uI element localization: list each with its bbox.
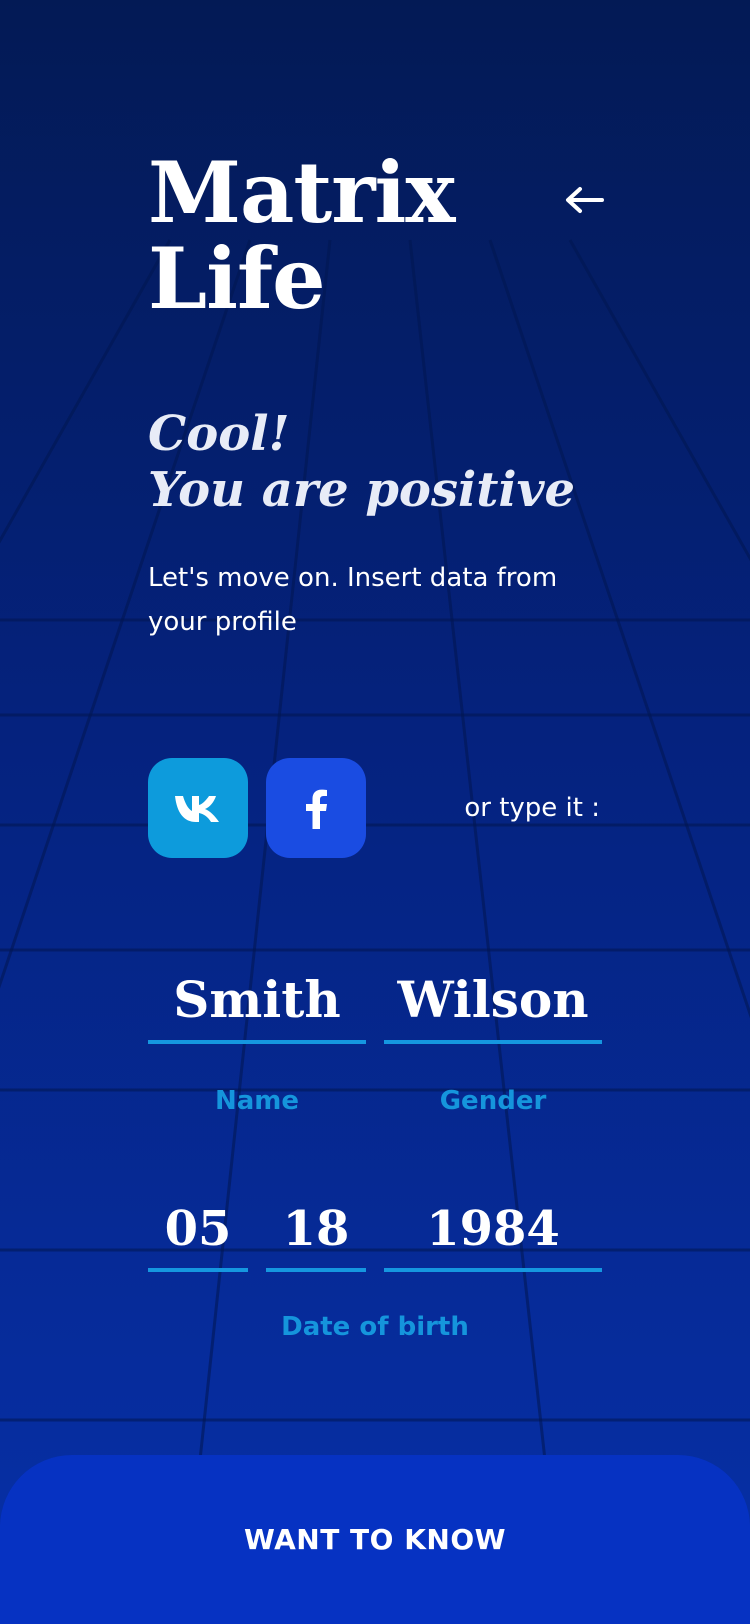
app-title: Matrix Life bbox=[148, 143, 455, 328]
or-type-label: or type it : bbox=[464, 793, 600, 823]
vk-login-button[interactable] bbox=[148, 758, 248, 858]
arrow-left-icon bbox=[566, 187, 604, 213]
facebook-logo-icon bbox=[306, 789, 327, 829]
dob-year-field[interactable]: 1984 bbox=[384, 1190, 602, 1272]
name-field[interactable]: Smith bbox=[148, 960, 366, 1044]
gender-label: Gender bbox=[439, 1086, 547, 1116]
success-message-line-1: Cool! bbox=[148, 406, 290, 462]
dob-day-field[interactable]: 18 bbox=[266, 1190, 366, 1272]
back-button[interactable] bbox=[560, 176, 608, 224]
facebook-login-button[interactable] bbox=[266, 758, 366, 858]
gender-field[interactable]: Wilson bbox=[384, 960, 602, 1044]
instruction-text: Let's move on. Insert data from your pro… bbox=[148, 563, 558, 637]
app-title-line-2: Life bbox=[148, 229, 326, 328]
success-message-line-2: You are positive bbox=[148, 462, 576, 518]
name-label: Name bbox=[214, 1086, 300, 1116]
dob-month-field[interactable]: 05 bbox=[148, 1190, 248, 1272]
success-message: Cool! You are positive bbox=[148, 406, 575, 518]
want-to-know-button[interactable]: WANT TO KNOW bbox=[0, 1455, 750, 1624]
app-title-line-1: Matrix bbox=[148, 143, 455, 242]
vk-logo-icon bbox=[175, 796, 219, 822]
dob-label: Date of birth bbox=[281, 1312, 469, 1342]
